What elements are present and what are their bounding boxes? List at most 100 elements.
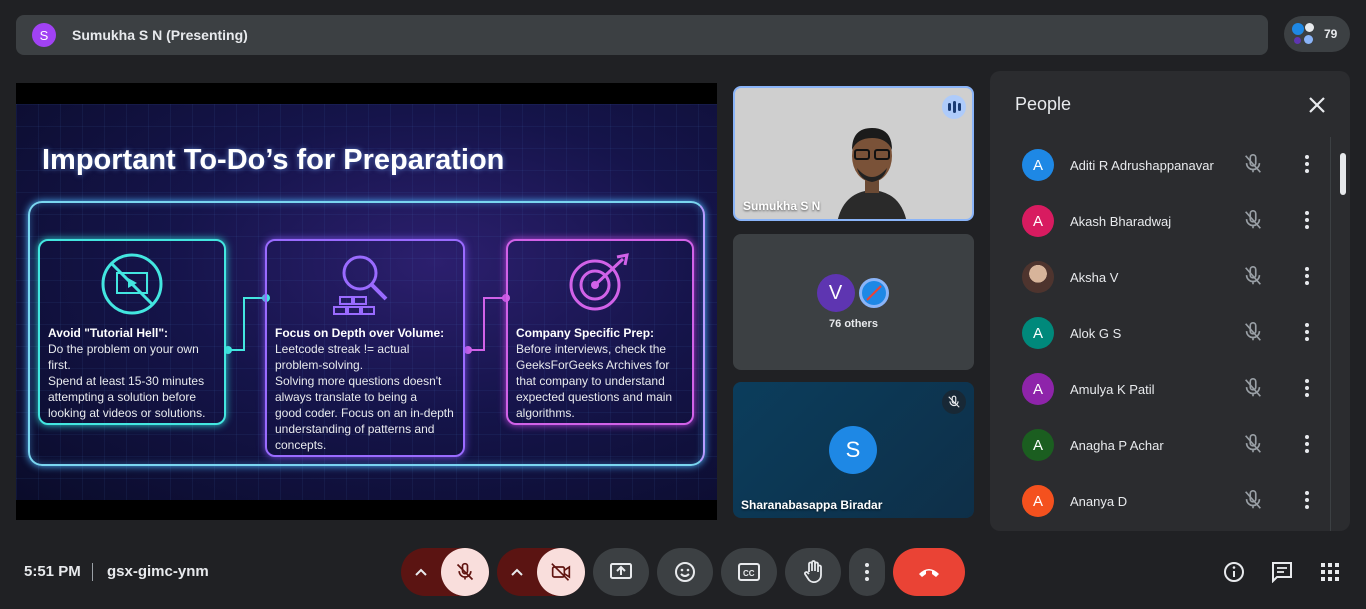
target-icon [569, 253, 629, 311]
activities-button[interactable] [1318, 560, 1342, 584]
participant-more-button[interactable] [1296, 209, 1318, 236]
chat-icon [1272, 562, 1292, 583]
tile-name: Sharanabasappa Biradar [741, 498, 883, 512]
divider [92, 563, 93, 581]
connector-line [464, 294, 510, 354]
more-options-button[interactable] [849, 548, 885, 596]
svg-text:CC: CC [743, 569, 755, 578]
participant-row[interactable]: A Aditi R Adrushappanavar [1002, 137, 1330, 193]
participant-mic-button[interactable] [1242, 489, 1264, 516]
participant-mic-button[interactable] [1242, 153, 1264, 180]
speaking-indicator-icon [942, 95, 966, 119]
more-vert-icon [1305, 323, 1309, 341]
participant-more-button[interactable] [1296, 265, 1318, 292]
no-video-icon [101, 253, 163, 315]
mic-off-icon [1245, 378, 1261, 397]
mic-toggle-button[interactable] [441, 548, 489, 596]
info-icon [1224, 562, 1244, 582]
close-icon [1309, 97, 1325, 113]
participant-row[interactable]: A Amulya K Patil [1002, 361, 1330, 417]
card-text: Before interviews, check the GeeksForGee… [516, 342, 673, 420]
participant-name: Akash Bharadwaj [1070, 213, 1172, 229]
search-bricks-icon [333, 255, 388, 315]
more-vert-icon [1305, 155, 1309, 173]
more-vert-icon [1305, 435, 1309, 453]
present-screen-icon [610, 563, 632, 579]
chevron-up-icon [511, 568, 523, 576]
participant-more-button[interactable] [1296, 321, 1318, 348]
participant-row[interactable]: Aksha V [1002, 249, 1330, 305]
chat-button[interactable] [1270, 560, 1294, 584]
present-button[interactable] [593, 548, 649, 596]
slide-card-depth: Focus on Depth over Volume: Leetcode str… [265, 239, 465, 457]
meeting-code: gsx-gimc-ynm [107, 563, 209, 580]
avatar: A [1022, 205, 1054, 237]
participant-more-button[interactable] [1296, 433, 1318, 460]
others-tile[interactable]: V 76 others [733, 234, 974, 370]
card-title: Company Specific Prep: [516, 326, 655, 340]
more-vert-icon [865, 563, 869, 581]
mic-off-icon [456, 562, 474, 581]
participant-mic-button[interactable] [1242, 433, 1264, 460]
card-text: Do the problem on your own first. Spend … [48, 342, 206, 420]
speaker-video [838, 128, 906, 219]
meeting-details-button[interactable] [1222, 560, 1246, 584]
participant-name: Aditi R Adrushappanavar [1070, 157, 1214, 173]
participant-avatars-icon [1290, 20, 1318, 48]
participant-mic-button[interactable] [1242, 265, 1264, 292]
chevron-up-icon [415, 568, 427, 576]
participant-mic-button[interactable] [1242, 209, 1264, 236]
presenting-bar[interactable]: S Sumukha S N (Presenting) [16, 15, 1268, 55]
participant-count-button[interactable]: 79 [1284, 16, 1350, 52]
mic-options-button[interactable] [401, 548, 441, 596]
camera-options-button[interactable] [497, 548, 537, 596]
participant-row[interactable]: A Akash Bharadwaj [1002, 193, 1330, 249]
participant-more-button[interactable] [1296, 377, 1318, 404]
tile-name: Sumukha S N [743, 199, 821, 213]
participant-name: Alok G S [1070, 325, 1122, 341]
mic-off-icon [1245, 490, 1261, 509]
mic-off-icon [1245, 154, 1261, 173]
reactions-button[interactable] [657, 548, 713, 596]
scroll-track [1330, 137, 1331, 531]
presenter-avatar: S [32, 23, 56, 47]
closed-captions-icon: CC [738, 563, 760, 581]
avatar-compass-icon [856, 276, 891, 310]
avatar: A [1022, 149, 1054, 181]
card-text: Leetcode streak != actual problem-solvin… [275, 342, 454, 452]
participant-name: Amulya K Patil [1070, 381, 1155, 397]
slide-title: Important To-Do’s for Preparation [42, 144, 505, 176]
avatar: A [1022, 317, 1054, 349]
participant-name: Ananya D [1070, 493, 1128, 509]
others-count-label: 76 others [829, 318, 878, 330]
captions-button[interactable]: CC [721, 548, 777, 596]
mic-off-icon [1245, 266, 1261, 285]
participant-mic-button[interactable] [1242, 377, 1264, 404]
avatar: S [829, 426, 877, 474]
close-panel-button[interactable] [1303, 91, 1331, 119]
participant-row[interactable]: A Alok G S [1002, 305, 1330, 361]
avatar: A [1022, 429, 1054, 461]
apps-grid-icon [1321, 563, 1339, 581]
participant-more-button[interactable] [1296, 153, 1318, 180]
camera-toggle-button[interactable] [537, 548, 585, 596]
mic-control-group [401, 548, 489, 596]
avatar: V [816, 274, 855, 312]
participant-tile[interactable]: S Sharanabasappa Biradar [733, 382, 974, 518]
slide: Important To-Do’s for Preparation Avoid … [16, 104, 717, 500]
camera-off-icon [551, 563, 571, 581]
mic-off-icon [1245, 434, 1261, 453]
leave-call-button[interactable] [893, 548, 965, 596]
speaker-video-tile[interactable]: Sumukha S N [733, 86, 974, 221]
raise-hand-button[interactable] [785, 548, 841, 596]
people-panel: People A Aditi R Adrushappanavar A Akash Bh… [990, 71, 1350, 531]
participant-more-button[interactable] [1296, 489, 1318, 516]
card-title: Avoid "Tutorial Hell": [48, 326, 169, 340]
participant-mic-button[interactable] [1242, 321, 1264, 348]
avatar: A [1022, 485, 1054, 517]
scrollbar[interactable] [1340, 153, 1346, 195]
panel-title: People [1015, 94, 1072, 114]
participant-row[interactable]: A Anagha P Achar [1002, 417, 1330, 473]
emoji-icon [675, 562, 695, 582]
participant-row[interactable]: A Ananya D [1002, 473, 1330, 529]
